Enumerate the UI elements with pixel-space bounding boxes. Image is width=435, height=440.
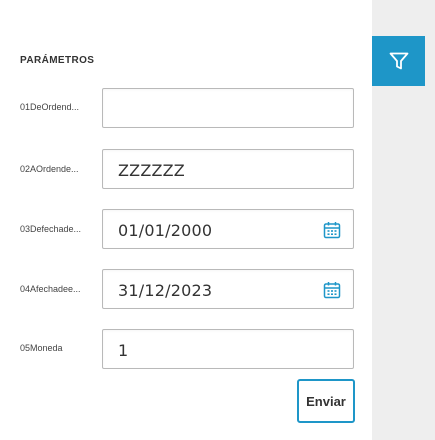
- param-label-01: 01DeOrdend...: [20, 102, 80, 112]
- param-label-02: 02AOrdende...: [20, 164, 79, 174]
- send-button[interactable]: Enviar: [297, 379, 355, 423]
- param-value-04: 31/12/2023: [118, 281, 213, 300]
- calendar-icon[interactable]: [323, 281, 341, 299]
- param-date-input-04[interactable]: 31/12/2023: [102, 269, 354, 309]
- param-value-05: 1: [118, 341, 129, 360]
- filter-icon: [389, 52, 408, 70]
- param-label-04: 04Afechadee...: [20, 284, 81, 294]
- param-input-01[interactable]: [102, 88, 354, 128]
- param-label-05: 05Moneda: [20, 343, 63, 353]
- param-input-05[interactable]: 1: [102, 329, 354, 369]
- param-value-03: 01/01/2000: [118, 221, 213, 240]
- section-title: PARÁMETROS: [20, 55, 95, 66]
- param-label-03: 03Defechade...: [20, 224, 82, 234]
- parameters-panel: PARÁMETROS 01DeOrdend... 02AOrdende... Z…: [0, 0, 372, 440]
- param-date-input-03[interactable]: 01/01/2000: [102, 209, 354, 249]
- param-input-02[interactable]: ZZZZZZ: [102, 149, 354, 189]
- calendar-icon[interactable]: [323, 221, 341, 239]
- filter-button[interactable]: [372, 36, 425, 86]
- param-value-02: ZZZZZZ: [118, 161, 185, 180]
